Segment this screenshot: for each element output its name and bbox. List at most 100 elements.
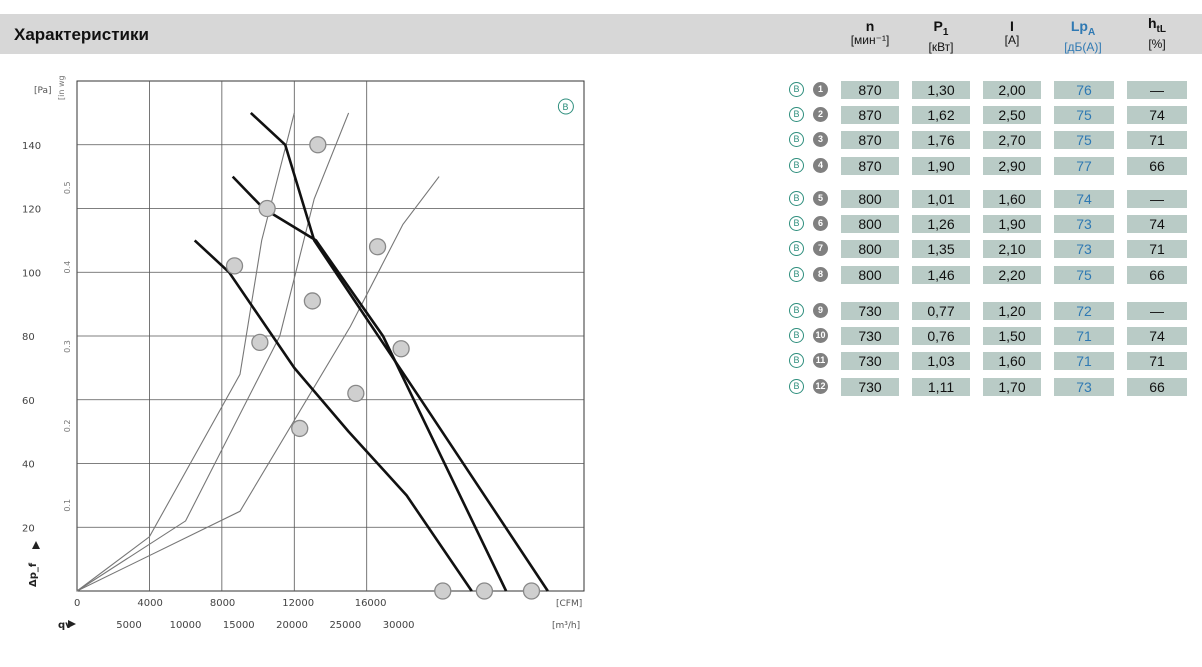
chart-badge-label: B	[562, 103, 568, 113]
cell-htl: 74	[1127, 215, 1187, 233]
cell-n: 800	[841, 215, 899, 233]
y-tick-label-inwg: 0.2	[63, 420, 72, 433]
col-head-lpa-unit: [дБ(A)]	[1064, 39, 1102, 54]
row-number-badge: 8	[813, 267, 828, 282]
cell-i: 1,20	[983, 302, 1041, 320]
page-title: Характеристики	[14, 25, 149, 44]
cell-n: 800	[841, 266, 899, 284]
row-badge-b: B	[789, 303, 804, 318]
y-tick-label-pa: 100	[22, 268, 41, 279]
col-head-p1: P1 [кВт]	[913, 19, 969, 54]
cell-n: 870	[841, 106, 899, 124]
col-head-n: n [мин⁻¹]	[842, 19, 898, 47]
cell-htl: 66	[1127, 157, 1187, 175]
cell-htl: 74	[1127, 106, 1187, 124]
row-badge-b: B	[789, 191, 804, 206]
cell-lpa: 75	[1054, 106, 1114, 124]
cell-lpa: 74	[1054, 190, 1114, 208]
row-number-badge: 10	[813, 328, 828, 343]
operating-point-10	[225, 257, 244, 275]
row-number-badge: 3	[813, 132, 828, 147]
row-badge-b: B	[789, 107, 804, 122]
x-tick-label-m3h: 5000	[116, 620, 141, 631]
row-badge-b: B	[789, 267, 804, 282]
col-head-htl-symbol: htL	[1127, 16, 1187, 37]
cell-p1: 0,77	[912, 302, 970, 320]
cell-n: 800	[841, 240, 899, 258]
cell-lpa: 75	[1054, 131, 1114, 149]
cell-p1: 1,11	[912, 378, 970, 396]
cell-p1: 1,30	[912, 81, 970, 99]
operating-point-7	[303, 292, 322, 310]
cell-lpa: 73	[1054, 215, 1114, 233]
cell-i: 1,60	[983, 352, 1041, 370]
y-tick-label-pa: 20	[22, 523, 35, 534]
col-head-n-symbol: n	[865, 18, 875, 34]
cell-i: 2,90	[983, 157, 1041, 175]
col-head-p1-symbol: P1	[913, 19, 969, 40]
cell-lpa: 73	[1054, 240, 1114, 258]
col-head-i: I [A]	[984, 19, 1040, 47]
row-badge-b: B	[789, 379, 804, 394]
cell-htl: 71	[1127, 131, 1187, 149]
col-head-lpa: LpA [дБ(A)]	[1052, 19, 1114, 54]
x-secondary-unit: [m³/h]	[552, 621, 580, 631]
col-head-lpa-symbol: LpA	[1052, 19, 1114, 40]
row-number-badge: 1	[813, 82, 828, 97]
x-tick-label-cfm: 4000	[137, 598, 162, 609]
row-badge-b: B	[789, 158, 804, 173]
row-number-badge: 4	[813, 158, 828, 173]
cell-htl: 66	[1127, 378, 1187, 396]
x-axis-arrow-icon	[68, 620, 76, 628]
cell-lpa: 77	[1054, 157, 1114, 175]
cell-htl: 74	[1127, 327, 1187, 345]
cell-p1: 1,62	[912, 106, 970, 124]
cell-p1: 0,76	[912, 327, 970, 345]
y-unit-label: [Pa]	[34, 86, 52, 96]
cell-lpa: 71	[1054, 327, 1114, 345]
y-tick-label-pa: 80	[22, 332, 35, 343]
cell-p1: 1,76	[912, 131, 970, 149]
y-tick-label-pa: 140	[22, 141, 41, 152]
y-axis-symbol: Δp_f	[28, 562, 39, 587]
cell-n: 730	[841, 378, 899, 396]
col-head-htl-sub: tL	[1156, 23, 1166, 35]
operating-point-1	[522, 582, 541, 600]
operating-point-11	[251, 333, 269, 352]
cell-i: 2,00	[983, 81, 1041, 99]
x-tick-label-m3h: 15000	[223, 620, 255, 631]
cell-n: 730	[841, 302, 899, 320]
cell-htl: 71	[1127, 240, 1187, 258]
row-number-badge: 2	[813, 107, 828, 122]
cell-i: 1,50	[983, 327, 1041, 345]
row-badge-b: B	[789, 328, 804, 343]
x-tick-label-cfm: 12000	[282, 598, 314, 609]
operating-point-6	[258, 199, 276, 218]
cell-p1: 1,90	[912, 157, 970, 175]
y-secondary-unit: [in wg]	[57, 76, 66, 100]
cell-i: 2,10	[983, 240, 1041, 258]
operating-point-2	[309, 136, 327, 154]
cell-htl: —	[1127, 190, 1187, 208]
cell-lpa: 75	[1054, 266, 1114, 284]
y-tick-label-pa: 40	[22, 460, 35, 471]
x-tick-label-cfm: 0	[74, 598, 80, 609]
cell-i: 2,50	[983, 106, 1041, 124]
cell-lpa: 76	[1054, 81, 1114, 99]
x-tick-label-m3h: 20000	[276, 620, 308, 631]
cell-p1: 1,26	[912, 215, 970, 233]
cell-i: 2,20	[983, 266, 1041, 284]
col-head-i-unit: [A]	[1004, 33, 1020, 47]
cell-n: 870	[841, 81, 899, 99]
cell-n: 730	[841, 352, 899, 370]
operating-point-3	[368, 238, 387, 256]
y-tick-label-pa: 60	[22, 396, 35, 407]
y-axis-arrow-icon	[32, 541, 40, 549]
row-number-badge: 12	[813, 379, 828, 394]
cell-i: 1,70	[983, 378, 1041, 396]
cell-i: 1,90	[983, 215, 1041, 233]
row-number-badge: 6	[813, 216, 828, 231]
y-tick-label-inwg: 0.5	[63, 181, 72, 194]
col-head-n-unit: [мин⁻¹]	[850, 33, 890, 47]
operating-point-12	[291, 419, 309, 438]
